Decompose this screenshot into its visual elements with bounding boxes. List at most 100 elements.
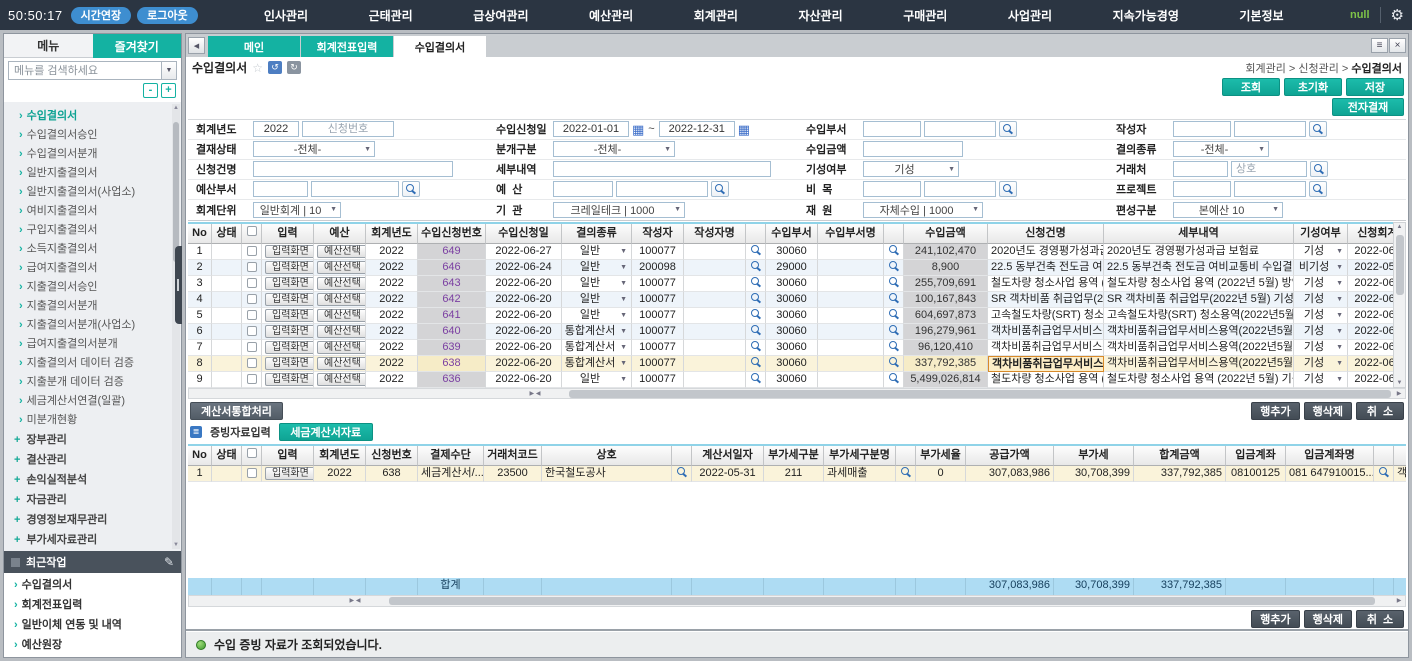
cell-amount[interactable]: 604,697,873 bbox=[904, 308, 988, 324]
cell-input[interactable]: 입력화면 bbox=[262, 372, 314, 388]
cell-vatname[interactable]: 과세매출 bbox=[824, 466, 896, 482]
cell-doctype[interactable]: 통합계산서▼ bbox=[562, 324, 632, 340]
cell-detail[interactable]: 객차비품취급업무서비스용역(2022년5월) 기성 bbox=[1104, 340, 1294, 356]
cell-year[interactable]: 2022 bbox=[366, 244, 418, 260]
cell-doctype[interactable]: 일반▼ bbox=[562, 292, 632, 308]
scrollbar-thumb[interactable] bbox=[173, 122, 179, 262]
cell-reqdate[interactable]: 2022-06-20 bbox=[486, 356, 562, 372]
vendor-code-input[interactable] bbox=[1173, 161, 1228, 177]
search-icon[interactable] bbox=[750, 340, 762, 352]
cell-detail[interactable]: 22.5 동부건축 전도금 여비교통비 수입결의(착... bbox=[1104, 260, 1294, 276]
cell-budget[interactable]: 예산선택 bbox=[314, 340, 366, 356]
sidebar-item[interactable]: ›소득지출결의서 bbox=[4, 240, 181, 259]
cell-s1[interactable] bbox=[672, 466, 692, 482]
cell-writer[interactable]: 100077 bbox=[632, 356, 684, 372]
cell-dept[interactable]: 30060 bbox=[766, 308, 818, 324]
search-button[interactable]: 조회 bbox=[1222, 78, 1280, 96]
cell-acctdate[interactable]: 2022-06-20 bbox=[1348, 292, 1393, 308]
cell-s1[interactable] bbox=[746, 260, 766, 276]
cell-acctdate[interactable]: 2022-06-20 bbox=[1348, 308, 1393, 324]
cell-detail[interactable]: 객차비품취급업무서비스용역(2022년5월) 기성 bbox=[1104, 324, 1294, 340]
cell-dept[interactable]: 30060 bbox=[766, 292, 818, 308]
cell-reqno[interactable]: 641 bbox=[418, 308, 486, 324]
cell-budget[interactable]: 예산선택 bbox=[314, 356, 366, 372]
chevron-down-icon[interactable]: ▼ bbox=[1333, 308, 1346, 323]
income-amount-input[interactable] bbox=[863, 141, 963, 157]
scroll-down-icon[interactable]: ▼ bbox=[172, 542, 180, 548]
request-no-input[interactable] bbox=[302, 121, 394, 137]
cell-acctdate[interactable]: 2022-06-20 bbox=[1348, 340, 1393, 356]
cell-no[interactable]: 4 bbox=[188, 292, 212, 308]
chevron-down-icon[interactable]: ▼ bbox=[617, 276, 630, 291]
chevron-down-icon[interactable]: ▼ bbox=[617, 340, 630, 355]
row-checkbox[interactable] bbox=[247, 278, 257, 288]
input-button[interactable]: 입력화면 bbox=[265, 293, 314, 306]
cell-acctdate[interactable]: 2022-06-27 bbox=[1348, 244, 1393, 260]
recent-item[interactable]: ›수입결의서 bbox=[4, 575, 181, 595]
cell-reqno[interactable]: 636 bbox=[418, 372, 486, 388]
input-button[interactable]: 입력화면 bbox=[265, 277, 314, 290]
tab-회계전표입력[interactable]: 회계전표입력 bbox=[301, 36, 393, 57]
budget-dept-code-input[interactable] bbox=[253, 181, 308, 197]
cell-status[interactable] bbox=[212, 372, 242, 388]
cell-no[interactable]: 1 bbox=[188, 244, 212, 260]
cell-writer[interactable]: 100077 bbox=[632, 308, 684, 324]
cell-writername[interactable] bbox=[684, 372, 746, 388]
add-row-button[interactable]: 행추가 bbox=[1251, 402, 1299, 420]
cell-title[interactable]: 철도차량 청소사업 용역 (2... bbox=[988, 372, 1104, 388]
cell-detail[interactable]: 2020년도 경영평가성과급 보험료 bbox=[1104, 244, 1294, 260]
sidebar-group[interactable]: +경영정보재무관리 bbox=[4, 510, 181, 530]
cell-note[interactable]: 객차비품취급업무서비스용... bbox=[1394, 466, 1406, 482]
sidebar-group[interactable]: +결산관리 bbox=[4, 450, 181, 470]
sidebar-tab-favorites[interactable]: 즐겨찾기 bbox=[93, 34, 182, 58]
cell-s1[interactable] bbox=[746, 324, 766, 340]
topbar-menu-item[interactable]: 근태관리 bbox=[369, 7, 413, 24]
search-icon[interactable] bbox=[750, 260, 762, 272]
cell-s2[interactable] bbox=[896, 466, 916, 482]
calendar-icon[interactable]: ▦ bbox=[632, 123, 644, 136]
cell-writername[interactable] bbox=[684, 356, 746, 372]
org-select[interactable]: 크레일테크 | 1000▼ bbox=[553, 202, 685, 218]
cell-input[interactable]: 입력화면 bbox=[262, 340, 314, 356]
cell-reqno[interactable]: 638 bbox=[418, 356, 486, 372]
cell-acctdate[interactable]: 2022-06-20 bbox=[1348, 324, 1393, 340]
cell-writer[interactable]: 100077 bbox=[632, 244, 684, 260]
fiscal-year-input[interactable] bbox=[253, 121, 299, 137]
approval-state-select[interactable]: -전체-▼ bbox=[253, 141, 375, 157]
row-checkbox[interactable] bbox=[247, 246, 257, 256]
cell-title[interactable]: 객차비품취급업무서비스용... bbox=[988, 340, 1104, 356]
cell-amount[interactable]: 100,167,843 bbox=[904, 292, 988, 308]
budget-button[interactable]: 예산선택 bbox=[317, 245, 366, 258]
cell-check[interactable] bbox=[242, 244, 262, 260]
cell-no[interactable]: 2 bbox=[188, 260, 212, 276]
topbar-menu-item[interactable]: 예산관리 bbox=[589, 7, 633, 24]
cell-reqdate[interactable]: 2022-06-27 bbox=[486, 244, 562, 260]
input-button[interactable]: 입력화면 bbox=[265, 325, 314, 338]
cell-writername[interactable] bbox=[684, 324, 746, 340]
doc-type-select[interactable]: -전체-▼ bbox=[1173, 141, 1269, 157]
cell-deptname[interactable] bbox=[818, 372, 884, 388]
cell-status[interactable] bbox=[212, 466, 242, 482]
cell-status[interactable] bbox=[212, 324, 242, 340]
scrollbar-thumb[interactable] bbox=[569, 390, 1391, 398]
scroll-up-icon[interactable]: ▲ bbox=[172, 105, 180, 111]
cell-budget[interactable]: 예산선택 bbox=[314, 324, 366, 340]
cell-status[interactable] bbox=[212, 308, 242, 324]
gisung-select[interactable]: 기성▼ bbox=[863, 161, 959, 177]
cell-status[interactable] bbox=[212, 340, 242, 356]
cell-reqdate[interactable]: 2022-06-20 bbox=[486, 276, 562, 292]
tab-수입결의서[interactable]: 수입결의서 bbox=[394, 36, 486, 57]
cell-amount[interactable]: 96,120,410 bbox=[904, 340, 988, 356]
cell-acctdate[interactable]: 2022-06-20 bbox=[1348, 372, 1393, 388]
cell-deptname[interactable] bbox=[818, 244, 884, 260]
sidebar-item[interactable]: ›수입결의서분개 bbox=[4, 145, 181, 164]
writer-name-input[interactable] bbox=[1234, 121, 1306, 137]
row-checkbox[interactable] bbox=[247, 374, 257, 384]
cell-reqdate[interactable]: 2022-06-20 bbox=[486, 292, 562, 308]
chevron-down-icon[interactable]: ▼ bbox=[617, 308, 630, 323]
sidebar-item[interactable]: ›일반지출결의서(사업소) bbox=[4, 183, 181, 202]
sidebar-group[interactable]: +장부관리 bbox=[4, 430, 181, 450]
cell-check[interactable] bbox=[242, 356, 262, 372]
cell-taxdate[interactable]: 2022-05-31 bbox=[692, 466, 764, 482]
cell-deptname[interactable] bbox=[818, 340, 884, 356]
